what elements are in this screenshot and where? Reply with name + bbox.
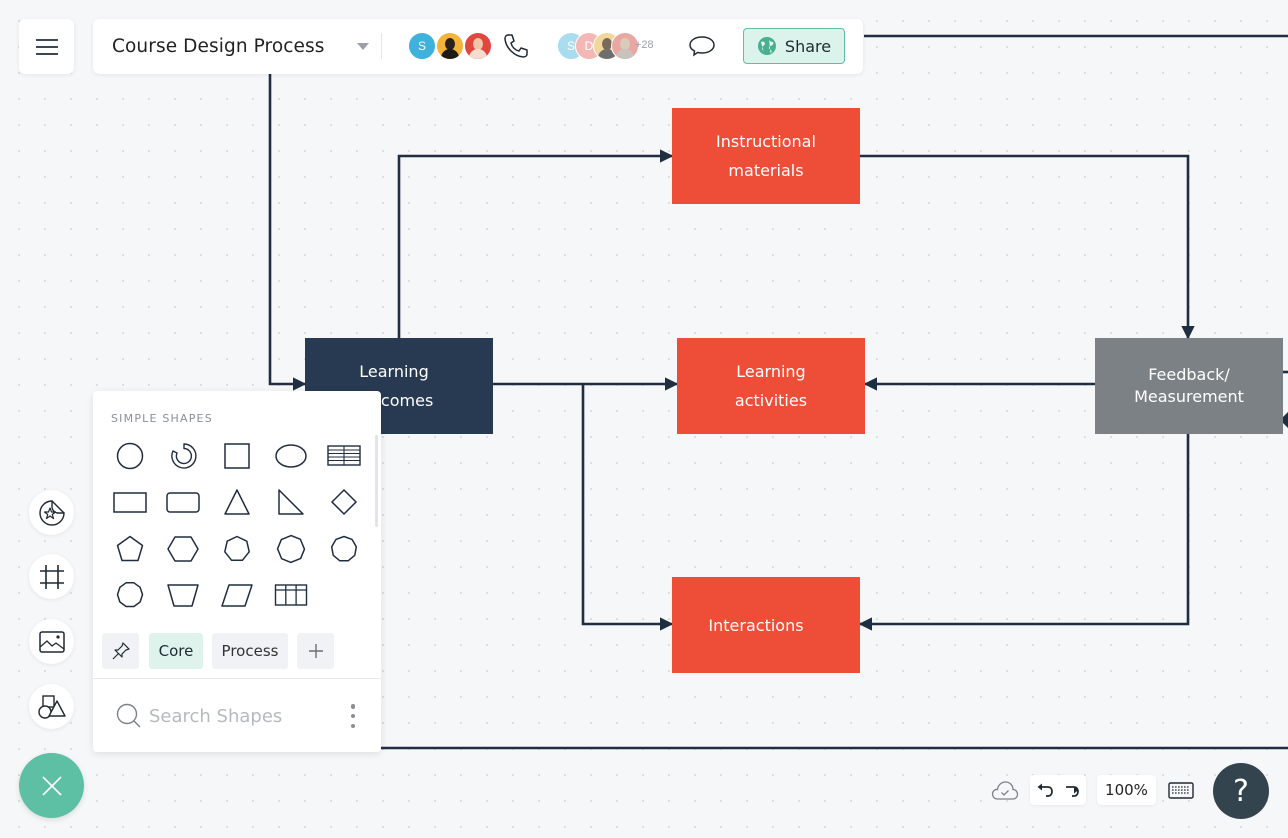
right-triangle-icon (278, 489, 304, 515)
redo-icon[interactable] (1062, 782, 1080, 798)
shapes-panel: SIMPLE SHAPES Core Process Search Shapes (93, 391, 381, 752)
shape-octagon[interactable] (271, 531, 311, 567)
shape-trapezoid[interactable] (163, 577, 203, 613)
shape-pentagon[interactable] (110, 531, 150, 567)
connector-outcomes-to-materials (397, 149, 674, 338)
node-instructional-materials[interactable]: Instructional materials (672, 108, 860, 204)
keyboard-icon[interactable] (1168, 782, 1194, 799)
comment-bubble-icon[interactable] (687, 34, 717, 58)
more-collaborators-count[interactable]: +28 (635, 39, 654, 51)
panel-section-title: SIMPLE SHAPES (111, 412, 213, 425)
node-label: Instructional materials (716, 132, 816, 180)
undo-icon[interactable] (1036, 782, 1054, 798)
toolbar-divider (381, 33, 382, 59)
rectangle-icon (113, 492, 147, 513)
images-button[interactable] (29, 619, 74, 664)
search-shapes-input[interactable] (149, 705, 339, 727)
frame-icon (39, 564, 64, 589)
square-icon (224, 443, 250, 469)
zoom-level-button[interactable]: 100% (1097, 775, 1156, 805)
ellipse-icon (275, 444, 307, 468)
circle-icon (116, 442, 144, 470)
octagon-icon (276, 534, 306, 564)
grid-table-icon (274, 584, 308, 606)
shapes-button[interactable] (29, 684, 74, 729)
plus-icon (308, 644, 323, 658)
shape-square[interactable] (217, 438, 257, 474)
share-label: Share (784, 36, 832, 56)
undo-redo-group (1030, 775, 1086, 805)
sticker-icon (38, 499, 65, 526)
shape-rectangle[interactable] (110, 484, 150, 520)
node-feedback-measurement[interactable]: Feedback/ Measurement (1095, 338, 1283, 434)
shape-rounded-rectangle[interactable] (163, 484, 203, 520)
avatar-collaborator[interactable] (464, 32, 492, 60)
more-options-icon[interactable] (347, 704, 359, 728)
diamond-icon (330, 488, 358, 516)
node-interactions[interactable]: Interactions (672, 577, 860, 673)
avatar-collaborator[interactable] (436, 32, 464, 60)
zoom-level: 100% (1105, 781, 1148, 799)
decagon-icon (116, 582, 144, 608)
help-label: ? (1233, 773, 1249, 809)
triangle-icon (224, 489, 250, 515)
shape-hexagon[interactable] (163, 531, 203, 567)
share-button[interactable]: Share (743, 28, 845, 64)
shape-nonagon[interactable] (324, 531, 364, 567)
shape-decagon[interactable] (110, 577, 150, 613)
shape-striped-table[interactable] (324, 438, 364, 474)
rounded-rectangle-icon (166, 492, 200, 513)
close-icon (41, 775, 62, 796)
node-label: Interactions (708, 615, 804, 635)
shape-diamond[interactable] (324, 484, 364, 520)
tab-process[interactable]: Process (212, 633, 288, 669)
shape-search (115, 701, 365, 731)
search-icon (116, 703, 141, 728)
striped-table-icon (327, 445, 361, 466)
node-label: Learning activities (734, 362, 808, 410)
stickers-button[interactable] (29, 490, 74, 535)
top-toolbar: Course Design Process S S D +28 Share (93, 19, 863, 74)
close-panel-fab[interactable] (19, 753, 84, 818)
shape-triangle[interactable] (217, 484, 257, 520)
globe-icon (757, 37, 776, 55)
panel-scrollbar[interactable] (375, 435, 378, 527)
heptagon-icon (224, 535, 250, 562)
connector-to-learning-outcomes (268, 74, 307, 391)
tab-core[interactable]: Core (149, 633, 203, 669)
cloud-check-icon[interactable] (991, 780, 1019, 802)
shape-heptagon[interactable] (217, 531, 257, 567)
nonagon-icon (330, 535, 358, 562)
connector-feedback-to-interactions (858, 434, 1190, 631)
help-button[interactable]: ? (1213, 763, 1269, 819)
connector-outcomes-to-interactions (581, 384, 674, 631)
hamburger-icon (35, 38, 58, 55)
node-learning-activities[interactable]: Learning activities (677, 338, 865, 434)
avatar-collaborator[interactable]: S (408, 32, 436, 60)
main-menu-button[interactable] (19, 19, 74, 74)
pentagon-icon (116, 535, 144, 562)
add-library-button[interactable] (297, 633, 334, 669)
phone-icon[interactable] (502, 32, 530, 60)
trapezoid-icon (167, 584, 199, 607)
pin-icon (112, 642, 130, 660)
caret-down-icon[interactable] (357, 43, 369, 50)
shapes-icon (37, 694, 66, 719)
shape-partial-ring[interactable] (163, 438, 203, 474)
node-label: Feedback/ Measurement (1134, 365, 1244, 406)
pinned-shapes-tab[interactable] (102, 633, 139, 669)
shape-grid-table[interactable] (271, 577, 311, 613)
document-title[interactable]: Course Design Process (112, 36, 325, 57)
shape-right-triangle[interactable] (271, 484, 311, 520)
connector-materials-to-feedback (843, 154, 1195, 340)
hexagon-icon (167, 536, 199, 562)
panel-divider (93, 678, 381, 679)
shape-circle[interactable] (110, 438, 150, 474)
shape-ellipse[interactable] (271, 438, 311, 474)
image-icon (38, 630, 65, 653)
frames-button[interactable] (29, 554, 74, 599)
shape-parallelogram[interactable] (217, 577, 257, 613)
partial-ring-icon (171, 443, 197, 469)
parallelogram-icon (221, 584, 253, 607)
